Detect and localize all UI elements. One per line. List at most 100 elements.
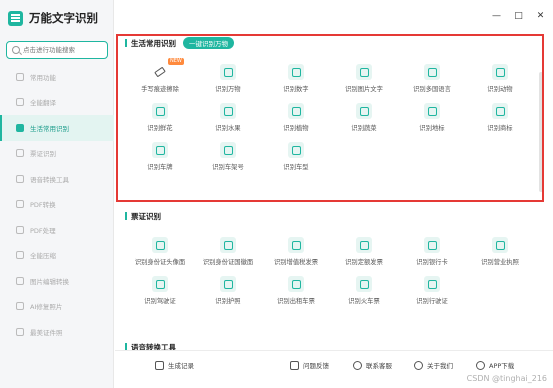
- sidebar-item-id-photo[interactable]: 最美证件照: [0, 319, 114, 345]
- section-title: 票证识别: [131, 211, 161, 221]
- sidebar-item-label: 语音转换工具: [30, 175, 69, 184]
- customer-service-button[interactable]: 联系客服: [353, 360, 392, 370]
- tool-recognize-trademark[interactable]: 识别商标: [466, 99, 534, 138]
- passport-icon: [220, 276, 236, 292]
- sidebar-item-compress[interactable]: 全能压缩: [0, 243, 114, 269]
- history-icon: [155, 360, 164, 370]
- section-header: 生活常用识别 一键识别万物: [115, 36, 545, 50]
- tool-vat-invoice[interactable]: 识别增值税发票: [262, 233, 330, 272]
- history-button[interactable]: 生成记录: [155, 360, 194, 370]
- tool-label: 识别营业执照: [481, 259, 519, 266]
- car-model-icon: [288, 142, 304, 158]
- feedback-button[interactable]: 问题反馈: [290, 360, 329, 370]
- app-download-button[interactable]: APP下载: [476, 360, 514, 370]
- compress-icon: [16, 251, 24, 260]
- sidebar-item-pdf-process[interactable]: PDF处理: [0, 217, 114, 243]
- taxi-ticket-icon: [288, 276, 304, 292]
- sidebar-item-common[interactable]: 常用功能: [0, 64, 114, 90]
- tool-taxi-ticket[interactable]: 识别出租车票: [262, 272, 330, 311]
- tool-vehicle-license[interactable]: 识别行驶证: [398, 272, 466, 311]
- tool-business-license[interactable]: 识别营业执照: [466, 233, 534, 272]
- landmark-icon: [424, 103, 440, 119]
- tool-driver-license[interactable]: 识别驾驶证: [126, 272, 194, 311]
- tool-recognize-fruit[interactable]: 识别水果: [194, 99, 262, 138]
- close-button[interactable]: ✕: [536, 12, 545, 21]
- service-label: 联系客服: [366, 362, 392, 370]
- tool-label: 识别护照: [215, 298, 241, 305]
- vin-icon: [220, 142, 236, 158]
- tool-bank-card[interactable]: 识别银行卡: [398, 233, 466, 272]
- sidebar-item-image-edit[interactable]: 图片编辑转换: [0, 268, 114, 294]
- tool-id-card-back[interactable]: 识别身份证国徽面: [194, 233, 262, 272]
- tool-label: 识别车牌: [147, 164, 173, 171]
- maximize-button[interactable]: □: [514, 12, 523, 21]
- bank-card-icon: [424, 237, 440, 253]
- business-license-icon: [492, 237, 508, 253]
- tool-recognize-car-model[interactable]: 识别车型: [262, 138, 330, 177]
- tool-recognize-languages[interactable]: 识别多国语言: [398, 60, 466, 99]
- sidebar-item-label: 图片编辑转换: [30, 277, 69, 286]
- tool-recognize-animal[interactable]: 识别动物: [466, 60, 534, 99]
- train-ticket-icon: [356, 276, 372, 292]
- tool-label: 识别多国语言: [413, 86, 451, 93]
- digits-icon: [288, 64, 304, 80]
- voice-icon: [16, 174, 24, 183]
- fruit-icon: [220, 103, 236, 119]
- tool-label: 识别地标: [419, 125, 445, 132]
- tool-handwriting-erase[interactable]: NEW 手写痕迹擦除: [126, 58, 194, 99]
- tool-recognize-license-plate[interactable]: 识别车牌: [126, 138, 194, 177]
- eraser-icon: [152, 64, 168, 80]
- section-marker: [125, 212, 127, 220]
- tool-recognize-vin[interactable]: 识别车架号: [194, 138, 262, 177]
- tool-grid: 识别身份证头像面 识别身份证国徽面 识别增值税发票 识别定额发票 识别银行卡 识…: [115, 233, 545, 311]
- tool-label: 识别鲜花: [147, 125, 173, 132]
- tool-train-ticket[interactable]: 识别火车票: [330, 272, 398, 311]
- app-title: 万能文字识别: [29, 11, 98, 25]
- section-marker: [125, 343, 127, 350]
- search-input[interactable]: [23, 46, 107, 54]
- sidebar-item-label: PDF处理: [30, 226, 56, 235]
- tool-label: 识别火车票: [348, 298, 380, 305]
- tool-label: 识别车型: [283, 164, 309, 171]
- tool-recognize-everything[interactable]: 识别万物: [194, 60, 262, 99]
- sidebar-item-label: 常用功能: [30, 73, 56, 82]
- sidebar-item-ai-photo[interactable]: AI修复照片: [0, 294, 114, 320]
- headset-icon: [353, 360, 362, 370]
- tool-label: 识别水果: [215, 125, 241, 132]
- tool-recognize-landmark[interactable]: 识别地标: [398, 99, 466, 138]
- tool-quota-invoice[interactable]: 识别定额发票: [330, 233, 398, 272]
- sidebar-item-life-recognition[interactable]: 生活常用识别: [0, 115, 114, 141]
- about-button[interactable]: 关于我们: [414, 360, 453, 370]
- tool-label: 识别驾驶证: [144, 298, 176, 305]
- search-box[interactable]: [6, 41, 108, 59]
- section-tag: 一键识别万物: [183, 37, 234, 49]
- minimize-button[interactable]: —: [492, 12, 501, 21]
- tool-recognize-flower[interactable]: 识别鲜花: [126, 99, 194, 138]
- tool-id-card-front[interactable]: 识别身份证头像面: [126, 233, 194, 272]
- tool-label: 识别万物: [215, 86, 241, 93]
- tool-grid: NEW 手写痕迹擦除 识别万物 识别数字 识别图片文字 识别多国语言 识别动物 …: [115, 58, 545, 177]
- trademark-icon: [492, 103, 508, 119]
- window-controls: — □ ✕: [492, 12, 545, 21]
- tool-recognize-plant[interactable]: 识别植物: [262, 99, 330, 138]
- tool-label: 识别行驶证: [416, 298, 448, 305]
- tool-label: 识别增值税发票: [273, 259, 319, 266]
- tool-recognize-vegetable[interactable]: 识别蔬菜: [330, 99, 398, 138]
- sidebar-item-pdf-convert[interactable]: PDF转换: [0, 192, 114, 218]
- license-plate-icon: [152, 142, 168, 158]
- sidebar-item-translate[interactable]: 全能翻译: [0, 90, 114, 116]
- sidebar-item-label: PDF转换: [30, 201, 56, 210]
- sidebar-item-ticket[interactable]: 票证识别: [0, 141, 114, 167]
- tool-label: 识别银行卡: [416, 259, 448, 266]
- tool-passport[interactable]: 识别护照: [194, 272, 262, 311]
- section-header: 语音转换工具: [115, 340, 545, 350]
- tool-label: 手写痕迹擦除: [141, 86, 179, 93]
- quota-invoice-icon: [356, 237, 372, 253]
- tool-recognize-image-text[interactable]: 识别图片文字: [330, 60, 398, 99]
- sidebar-item-voice[interactable]: 语音转换工具: [0, 166, 114, 192]
- pdf-icon: [16, 200, 24, 209]
- sidebar-item-label: 全能翻译: [30, 99, 56, 108]
- tool-label: 识别车架号: [212, 164, 244, 171]
- tool-recognize-digits[interactable]: 识别数字: [262, 60, 330, 99]
- animal-icon: [492, 64, 508, 80]
